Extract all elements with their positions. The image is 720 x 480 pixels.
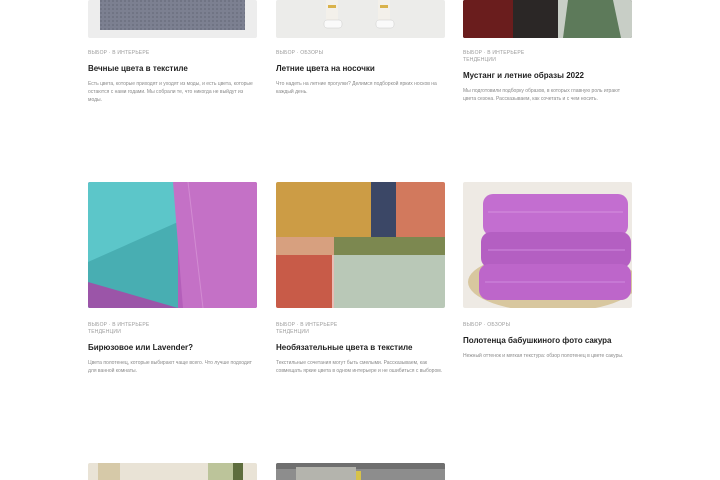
article-title[interactable]: Вечные цвета в текстиле [88,64,257,74]
article-title[interactable]: Необязательные цвета в текстиле [276,343,445,353]
article-card[interactable]: ВЫБОРВ ИНТЕРЬЕРЕТЕНДЕНЦИИ Бирюзовое или … [88,182,257,375]
article-image[interactable] [463,182,632,308]
article-excerpt: Нежный оттенок и мягкая текстура: обзор … [463,353,624,359]
meta-tag[interactable]: ВЫБОР [88,322,107,328]
articles-grid: ВЫБОРВ ИНТЕРЬЕРЕ Вечные цвета в текстиле… [88,0,632,480]
meta-tag[interactable]: ТЕНДЕНЦИИ [276,329,309,335]
article-image[interactable] [88,182,257,308]
article-image[interactable] [276,182,445,308]
article-meta: ВЫБОРВ ИНТЕРЬЕРЕТЕНДЕНЦИИ [276,322,445,336]
article-image[interactable] [276,463,445,480]
meta-tag[interactable]: В ИНТЕРЬЕРЕ [295,322,337,328]
article-title[interactable]: Летние цвета на носочки [276,64,445,74]
article-title[interactable]: Полотенца бабушкиного фото сакура [463,336,632,346]
meta-tag[interactable]: ВЫБОР [276,322,295,328]
article-card[interactable]: ВЫБОРВ ИНТЕРЬЕРЕТЕНДЕНЦИИ Необязательные… [276,182,445,375]
article-card[interactable] [88,463,257,480]
article-meta: ВЫБОРОБЗОРЫ [276,50,445,57]
article-excerpt: Цвета полотенец, которые выбирают чаще в… [88,360,252,374]
meta-tag[interactable]: ВЫБОР [88,50,107,56]
meta-tag[interactable]: ВЫБОР [463,50,482,56]
article-title[interactable]: Мустанг и летние образы 2022 [463,71,632,81]
article-excerpt: Есть цвета, которые приходят и уходят из… [88,81,253,103]
article-image[interactable] [463,0,632,38]
meta-tag[interactable]: В ИНТЕРЬЕРЕ [482,50,524,56]
article-image[interactable] [276,0,445,38]
article-excerpt: Что надеть на летние прогулки? Делимся п… [276,81,437,95]
meta-tag[interactable]: ВЫБОР [463,322,482,328]
article-card[interactable]: ВЫБОРОБЗОРЫ Летние цвета на носочки Что … [276,0,445,96]
article-image[interactable] [88,0,257,38]
article-card[interactable]: ВЫБОРВ ИНТЕРЬЕРЕТЕНДЕНЦИИ Мустанг и летн… [463,0,632,103]
article-excerpt: Текстильные сочетания могут быть смелыми… [276,360,443,374]
article-meta: ВЫБОРВ ИНТЕРЬЕРЕТЕНДЕНЦИИ [88,322,257,336]
article-meta: ВЫБОРОБЗОРЫ [463,322,632,329]
meta-tag[interactable]: ОБЗОРЫ [482,322,510,328]
article-title[interactable]: Бирюзовое или Lavender? [88,343,257,353]
article-card[interactable]: ВЫБОРВ ИНТЕРЬЕРЕ Вечные цвета в текстиле… [88,0,257,104]
meta-tag[interactable]: ОБЗОРЫ [295,50,323,56]
article-meta: ВЫБОРВ ИНТЕРЬЕРЕ [88,50,257,57]
meta-tag[interactable]: ТЕНДЕНЦИИ [88,329,121,335]
article-card[interactable]: ВЫБОРОБЗОРЫ Полотенца бабушкиного фото с… [463,182,632,360]
meta-tag[interactable]: ВЫБОР [276,50,295,56]
meta-tag[interactable]: В ИНТЕРЬЕРЕ [107,50,149,56]
article-image[interactable] [88,463,257,480]
meta-tag[interactable]: В ИНТЕРЬЕРЕ [107,322,149,328]
meta-tag[interactable]: ТЕНДЕНЦИИ [463,57,496,63]
article-excerpt: Мы подготовили подборку образов, в котор… [463,88,621,102]
article-meta: ВЫБОРВ ИНТЕРЬЕРЕТЕНДЕНЦИИ [463,50,632,64]
article-card[interactable] [276,463,445,480]
